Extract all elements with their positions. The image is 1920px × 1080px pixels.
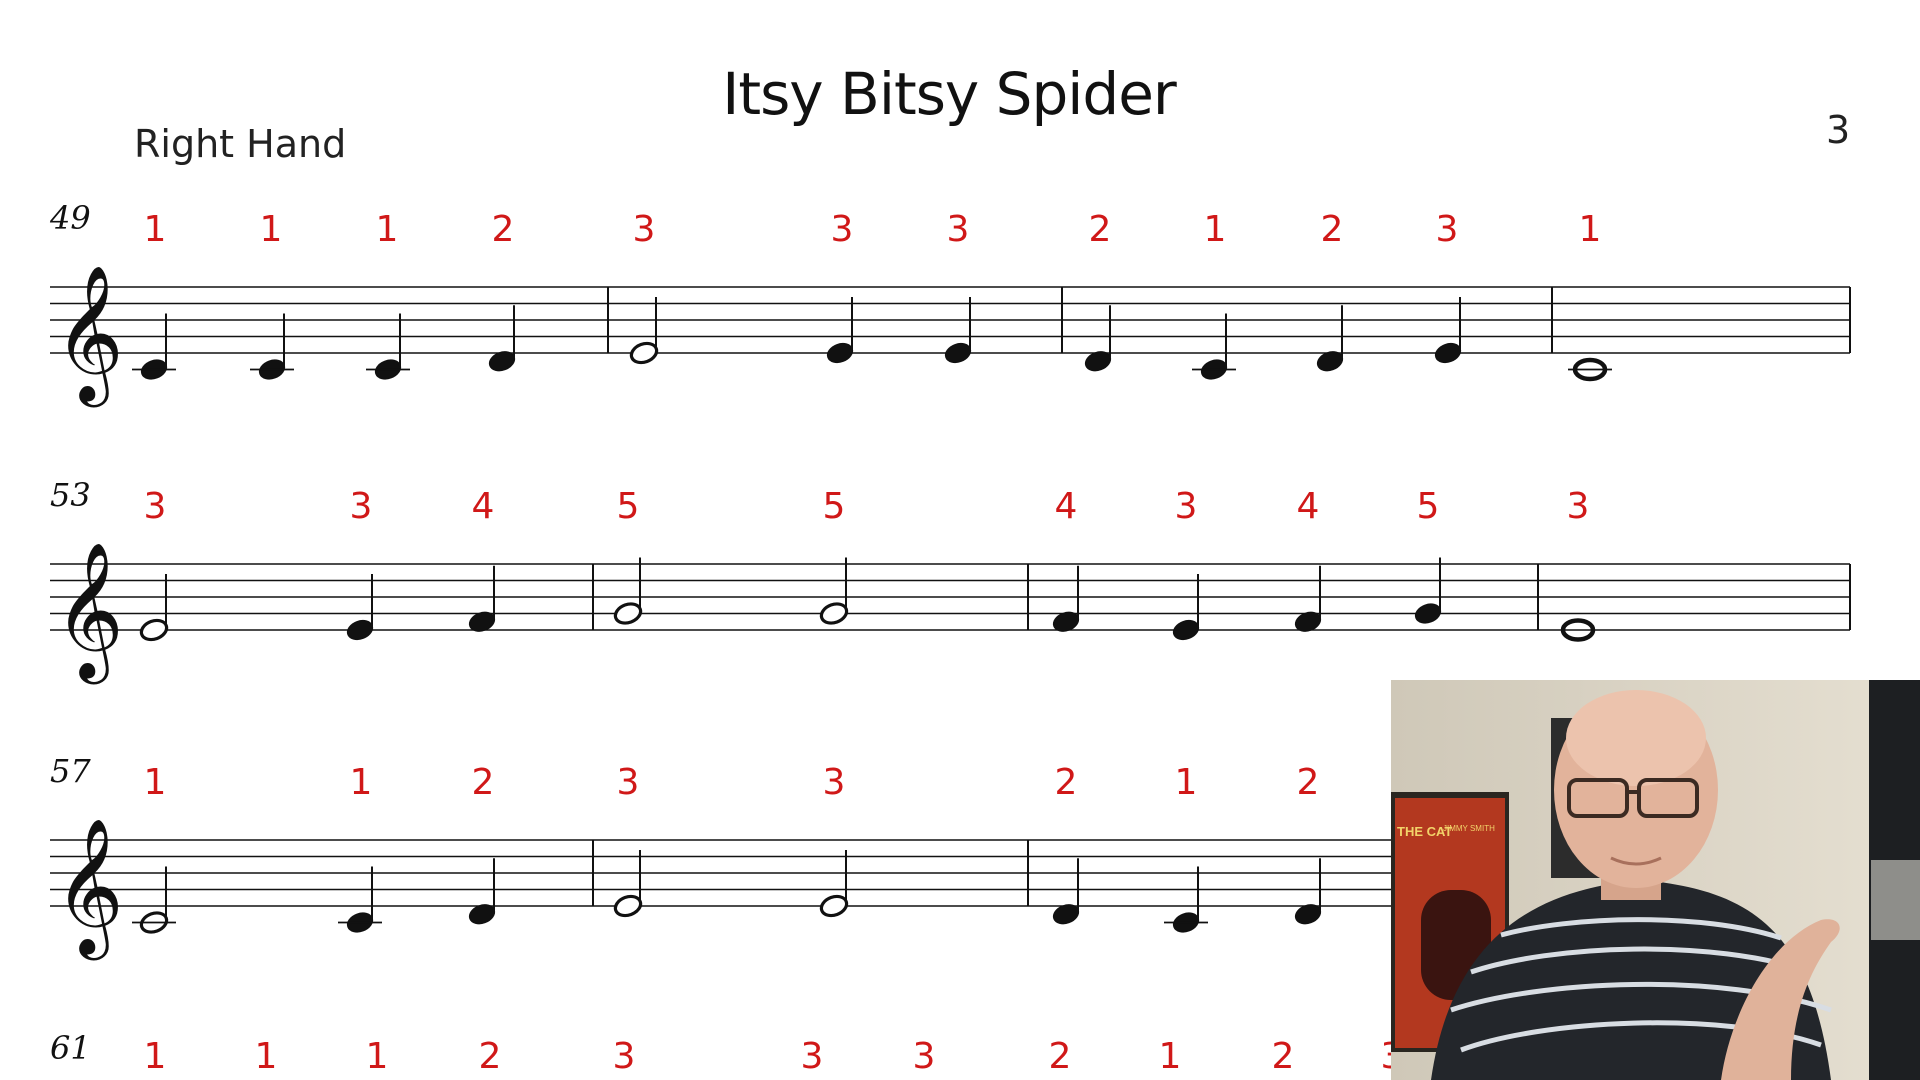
note <box>346 574 374 641</box>
finger-number: 1 <box>350 762 373 803</box>
measure-number: 53 <box>50 476 91 514</box>
finger-number: 2 <box>479 1036 502 1077</box>
note <box>1164 866 1208 933</box>
finger-number: 3 <box>144 486 167 527</box>
notehead-hollow <box>613 894 643 918</box>
note <box>1434 297 1462 364</box>
note <box>1172 574 1200 641</box>
note <box>629 297 659 365</box>
note <box>468 858 496 925</box>
note <box>1316 305 1344 372</box>
notehead-filled <box>346 619 374 641</box>
measure-number: 49 <box>49 199 91 237</box>
note <box>1414 557 1442 624</box>
note <box>366 313 410 380</box>
finger-number: 3 <box>350 486 373 527</box>
finger-number: 3 <box>823 762 846 803</box>
note <box>826 297 854 364</box>
finger-number: 3 <box>801 1036 824 1077</box>
notehead-filled <box>1414 603 1442 624</box>
staff-system: 53𝄞3 3 4 5 5 4 3 4 5 3 <box>50 476 1851 684</box>
note <box>488 305 516 372</box>
finger-number: 3 <box>633 209 656 250</box>
measure-number: 61 <box>50 1029 91 1067</box>
finger-number: 1 <box>255 1036 278 1077</box>
finger-number: 4 <box>472 486 495 527</box>
note <box>819 557 849 625</box>
finger-number: 4 <box>1297 486 1320 527</box>
notehead-filled <box>1434 342 1462 364</box>
finger-number: 2 <box>1321 209 1344 250</box>
note <box>944 297 972 364</box>
finger-number: 3 <box>1567 486 1590 527</box>
notehead-filled <box>944 342 972 364</box>
finger-number: 5 <box>617 486 640 527</box>
finger-number: 1 <box>144 209 167 250</box>
notehead-filled <box>1172 619 1200 641</box>
treble-clef-icon: 𝄞 <box>54 540 124 684</box>
finger-number: 5 <box>823 486 846 527</box>
finger-number: 2 <box>1089 209 1112 250</box>
note <box>613 557 643 625</box>
notehead-hollow <box>819 894 849 918</box>
finger-number: 3 <box>617 762 640 803</box>
finger-number: 3 <box>831 209 854 250</box>
finger-number: 3 <box>1436 209 1459 250</box>
finger-number: 2 <box>492 209 515 250</box>
note <box>1192 313 1236 380</box>
note <box>1294 565 1322 632</box>
note <box>1294 858 1322 925</box>
finger-number: 2 <box>472 762 495 803</box>
treble-clef-icon: 𝄞 <box>54 263 124 407</box>
poster-artist: JIMMY SMITH <box>1443 824 1495 833</box>
staff-system: 6111123332123 <box>50 1029 1403 1077</box>
finger-number: 2 <box>1297 762 1320 803</box>
note <box>613 850 643 918</box>
finger-number: 1 <box>1204 209 1227 250</box>
webcam-video-overlay: THE CAT JIMMY SMITH <box>1391 680 1920 1080</box>
staff-system: 49 𝄞 1 1 1 2 3 3 3 2 1 2 3 1 <box>49 199 1851 407</box>
finger-number: 1 <box>1159 1036 1182 1077</box>
note <box>139 574 169 642</box>
note <box>1052 858 1080 925</box>
finger-number: 4 <box>1055 486 1078 527</box>
note <box>1568 357 1612 382</box>
notehead-hollow <box>613 602 643 625</box>
measure-number: 57 <box>50 752 91 790</box>
note <box>1052 565 1080 632</box>
finger-number: 3 <box>1175 486 1198 527</box>
finger-number: 1 <box>376 209 399 250</box>
notehead-hollow <box>629 341 659 365</box>
finger-number: 1 <box>366 1036 389 1077</box>
finger-number: 2 <box>1049 1036 1072 1077</box>
finger-number: 1 <box>144 762 167 803</box>
finger-number: 3 <box>947 209 970 250</box>
note <box>1084 305 1112 372</box>
finger-number: 2 <box>1055 762 1078 803</box>
note <box>132 866 176 934</box>
finger-number: 1 <box>260 209 283 250</box>
finger-number: 5 <box>1417 486 1440 527</box>
finger-number: 1 <box>1175 762 1198 803</box>
notehead-filled <box>826 342 854 364</box>
treble-clef-icon: 𝄞 <box>54 816 124 960</box>
finger-number: 3 <box>913 1036 936 1077</box>
note <box>338 866 382 933</box>
finger-number: 2 <box>1272 1036 1295 1077</box>
note <box>132 313 176 380</box>
note <box>250 313 294 380</box>
finger-number: 3 <box>613 1036 636 1077</box>
finger-number: 1 <box>1579 209 1602 250</box>
moon-poster <box>1869 680 1920 1080</box>
notehead-hollow <box>819 602 849 625</box>
notehead-hollow <box>139 618 169 642</box>
note <box>468 565 496 632</box>
note <box>819 850 849 918</box>
finger-number: 1 <box>144 1036 167 1077</box>
